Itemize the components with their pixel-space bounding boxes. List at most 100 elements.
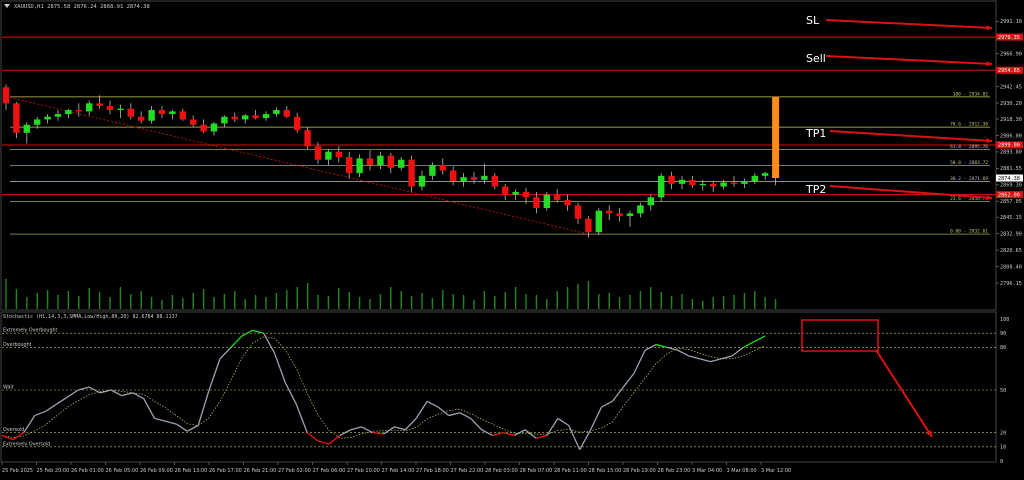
- candle-body: [148, 110, 155, 121]
- candle-body: [647, 197, 654, 206]
- candle-body: [366, 158, 374, 166]
- fib-label: 50.0 - 2883.72: [950, 160, 988, 166]
- candle-body: [231, 116, 238, 120]
- time-tick-label: 3 Mar 04:00: [692, 468, 722, 474]
- candle-body: [13, 103, 20, 133]
- price-marker-label: 2899.00: [998, 143, 1020, 149]
- stoch-tick-label: 20: [1000, 430, 1006, 436]
- price-tick-label: 2881.55: [1000, 166, 1022, 172]
- fib-label: 100 - 2934.82: [953, 91, 989, 97]
- candle-body: [502, 186, 509, 195]
- candle-body: [564, 199, 571, 206]
- price-tick-label: 2942.45: [1000, 84, 1022, 90]
- candle-body: [574, 205, 582, 219]
- time-tick-label: 27 Feb 14:00: [382, 468, 415, 474]
- time-tick-label: 25 Feb 20:00: [37, 468, 70, 474]
- stochastic-header: Stochastic (H1,14,3,3,SMMA,Low/High,80,2…: [3, 314, 178, 320]
- highlight-bar: [772, 96, 780, 178]
- stoch-tick-label: 0: [1000, 459, 1003, 465]
- time-tick-label: 26 Feb 13:00: [175, 468, 208, 474]
- candle-body: [533, 197, 540, 209]
- stoch-tick-label: 100: [1000, 317, 1009, 323]
- candle-body: [283, 110, 290, 117]
- candle-body: [44, 116, 51, 120]
- time-tick-label: 27 Feb 18:00: [416, 468, 449, 474]
- candle-body: [460, 177, 467, 182]
- candle-body: [304, 130, 311, 147]
- price-tick-label: 2845.15: [1000, 215, 1022, 221]
- time-tick-label: 28 Feb 23:00: [658, 468, 691, 474]
- candle-body: [221, 116, 228, 124]
- price-tick-label: 2832.90: [1000, 231, 1022, 237]
- time-tick-label: 28 Feb 07:00: [520, 468, 553, 474]
- candle-body: [117, 108, 124, 111]
- time-tick-label: 26 Feb 21:00: [244, 468, 277, 474]
- candle-body: [54, 114, 62, 117]
- time-tick-label: 27 Feb 22:00: [451, 468, 484, 474]
- price-tick-label: 2918.30: [1000, 117, 1022, 123]
- candle-body: [595, 210, 602, 233]
- price-tick-label: 2796.15: [1000, 281, 1022, 287]
- candle-body: [262, 114, 270, 119]
- candle-body: [762, 173, 769, 176]
- candle-body: [408, 159, 415, 187]
- candle-body: [273, 110, 280, 115]
- price-tick-label: 2906.00: [1000, 133, 1022, 139]
- fib-label: 38.2 - 2871.69: [950, 176, 988, 182]
- stoch-level-label: Overbought: [3, 342, 32, 348]
- price-tick-label: 2808.40: [1000, 264, 1022, 270]
- sell-label: Sell: [806, 52, 826, 65]
- candle-body: [377, 155, 384, 166]
- candle-body: [450, 170, 457, 182]
- candle-body: [23, 124, 30, 133]
- stoch-tick-label: 10: [1000, 445, 1006, 451]
- price-marker-label: 2979.35: [998, 35, 1020, 41]
- candle-body: [398, 159, 405, 168]
- tp1-label: TP1: [805, 127, 826, 140]
- candle-body: [387, 155, 394, 168]
- candle-body: [470, 177, 478, 180]
- candle-body: [179, 111, 186, 120]
- time-tick-label: 3 Mar 08:00: [727, 468, 757, 474]
- candle-body: [252, 115, 259, 119]
- candle-body: [210, 123, 218, 132]
- candle-body: [34, 119, 41, 125]
- candle-body: [2, 87, 10, 104]
- time-tick-label: 26 Feb 17:00: [209, 468, 242, 474]
- trading-chart[interactable]: XAUUSD,H1 2875.58 2876.24 2868.91 2874.3…: [0, 0, 1024, 480]
- time-tick-label: 28 Feb 15:00: [589, 468, 622, 474]
- fib-label: 0.00 - 2832.61: [950, 229, 988, 235]
- price-tick-label: 2966.90: [1000, 52, 1022, 58]
- candle-body: [730, 182, 738, 184]
- candle-body: [335, 151, 342, 158]
- candle-body: [699, 183, 706, 186]
- candle-body: [106, 106, 114, 111]
- candle-body: [242, 115, 249, 120]
- candle-body: [86, 103, 93, 112]
- candle-body: [689, 179, 696, 186]
- candle-body: [75, 110, 82, 112]
- candle-body: [325, 151, 332, 160]
- stoch-tick-label: 50: [1000, 388, 1006, 394]
- candle-body: [606, 210, 613, 214]
- candle-body: [190, 119, 197, 125]
- candle-body: [429, 165, 436, 176]
- candle-body: [418, 175, 426, 187]
- candle-body: [585, 218, 592, 233]
- price-marker-label: 2874.38: [998, 176, 1020, 182]
- candle-body: [158, 110, 166, 115]
- symbol-header: XAUUSD,H1 2875.58 2876.24 2868.91 2874.3…: [14, 4, 150, 10]
- price-tick-label: 2820.65: [1000, 248, 1022, 254]
- candle-body: [346, 157, 353, 174]
- stoch-tick-label: 90: [1000, 331, 1006, 337]
- price-tick-label: 2991.10: [1000, 19, 1022, 25]
- candle-body: [512, 191, 519, 195]
- time-tick-label: 25 Feb 2025: [2, 468, 33, 474]
- candle-body: [439, 165, 446, 171]
- candle-body: [65, 110, 72, 115]
- price-tick-label: 2869.30: [1000, 183, 1022, 189]
- stoch-tick-label: 80: [1000, 345, 1006, 351]
- candle-body: [96, 103, 103, 107]
- time-tick-label: 26 Feb 01:00: [71, 468, 104, 474]
- candle-body: [169, 111, 176, 115]
